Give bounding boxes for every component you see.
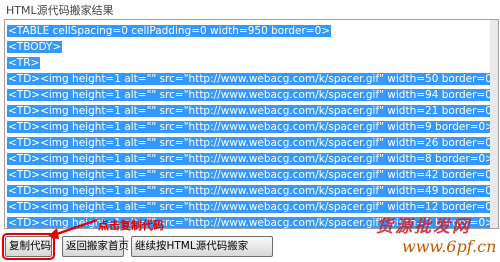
code-line-text: <TBODY> bbox=[7, 41, 63, 53]
back-to-home-button[interactable]: 返回搬家首页 bbox=[62, 236, 129, 257]
code-line: <TABLE cellSpacing=0 cellPadding=0 width… bbox=[7, 23, 491, 39]
window-title: HTML源代码搬家结果 bbox=[6, 4, 114, 17]
code-line: <TD><img height=1 alt="" src="http://www… bbox=[7, 103, 491, 119]
code-output-textarea[interactable]: <TABLE cellSpacing=0 cellPadding=0 width… bbox=[4, 19, 499, 229]
code-line: <TBODY> bbox=[7, 39, 491, 55]
code-line: <TD><img height=1 alt="" src="http://www… bbox=[7, 151, 491, 167]
code-line: <TD><img height=1 alt="" src="http://www… bbox=[7, 167, 491, 183]
code-line-text: <TD><img height=1 alt="" src="http://www… bbox=[7, 89, 491, 101]
code-line-text: <TD><img height=1 alt="" src="http://www… bbox=[7, 105, 491, 117]
watermark-url: www.6pf.cn bbox=[402, 237, 497, 256]
code-line: <TR> bbox=[7, 55, 491, 71]
code-line-text: <TABLE cellSpacing=0 cellPadding=0 width… bbox=[7, 25, 332, 37]
code-line-text: <TR> bbox=[7, 57, 41, 69]
watermark-text: 货源批发网 bbox=[376, 217, 471, 237]
code-line-text: <TD><img height=1 alt="" src="http://www… bbox=[7, 137, 491, 149]
site-watermark-logo: 货源批发网 www.6pf.cn bbox=[376, 212, 498, 258]
code-line-text: <TD><img height=1 alt="" src="http://www… bbox=[7, 169, 491, 181]
code-line: <TD><img height=1 alt="" src="http://www… bbox=[7, 183, 491, 199]
code-line: <TD><img height=1 alt="" src="http://www… bbox=[7, 87, 491, 103]
code-content[interactable]: <TABLE cellSpacing=0 cellPadding=0 width… bbox=[7, 23, 491, 228]
code-line-text: <TD><img height=1 alt="" src="http://www… bbox=[7, 153, 491, 165]
code-line-text: <TD><img height=1 alt="" src="http://www… bbox=[7, 73, 491, 85]
code-line-text: <TD><img height=1 alt="" src="http://www… bbox=[7, 121, 491, 133]
code-line: <TD><img height=1 alt="" src="http://www… bbox=[7, 119, 491, 135]
copy-hint-annotation: 点击复制代码 bbox=[98, 219, 164, 232]
code-line: <TD><img height=1 alt="" src="http://www… bbox=[7, 135, 491, 151]
code-line-text: <TD><img height=1 alt="" src="http://www… bbox=[7, 185, 491, 197]
copy-code-button[interactable]: 复制代码 bbox=[2, 233, 55, 260]
code-line: <TD><img height=1 alt="" src="http://www… bbox=[7, 71, 491, 87]
continue-html-move-button[interactable]: 继续按HTML源代码搬家 bbox=[131, 236, 273, 257]
vertical-scrollbar[interactable] bbox=[490, 20, 498, 228]
